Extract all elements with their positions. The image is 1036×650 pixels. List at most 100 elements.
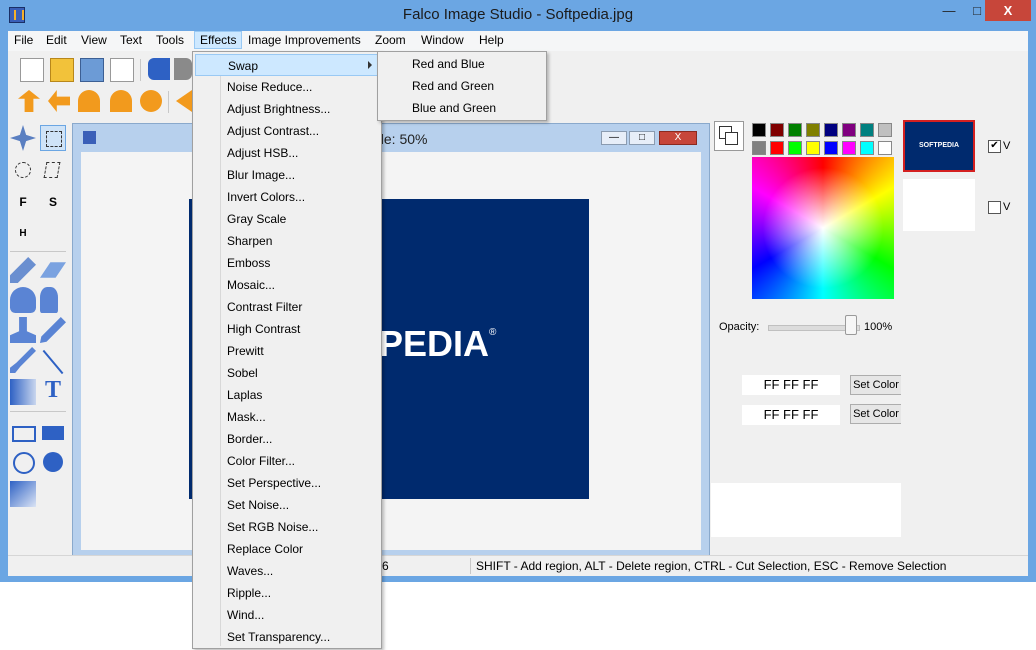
menu-text[interactable]: Text <box>120 33 142 47</box>
text-tool-icon[interactable]: T <box>40 377 66 403</box>
close-button[interactable]: X <box>985 0 1031 21</box>
menu-image-improvements[interactable]: Image Improvements <box>248 33 361 47</box>
rotate-right-90-icon[interactable] <box>110 90 132 112</box>
effects-menu-item[interactable]: Set Perspective... <box>195 472 379 494</box>
rect-select-tool-icon[interactable] <box>40 125 66 151</box>
effects-menu-item[interactable]: Replace Color <box>195 538 379 560</box>
spray-tool-icon[interactable] <box>40 287 58 313</box>
set-color-button-1[interactable]: Set Color <box>850 375 902 395</box>
stamp-tool-icon[interactable] <box>10 317 36 343</box>
effects-menu-item[interactable]: Blur Image... <box>195 164 379 186</box>
title-bar[interactable]: Falco Image Studio - Softpedia.jpg — □ X <box>0 0 1036 31</box>
effects-menu-item[interactable]: Sharpen <box>195 230 379 252</box>
select-f-tool-icon[interactable]: F <box>10 189 36 215</box>
effects-menu-item[interactable]: Contrast Filter <box>195 296 379 318</box>
select-h-tool-icon[interactable]: H <box>10 221 36 247</box>
color-swatch[interactable] <box>824 123 838 137</box>
ellipse-filled-tool-icon[interactable] <box>40 449 66 475</box>
layer-visible-checkbox-2[interactable] <box>988 201 1001 214</box>
swap-colors-icon[interactable] <box>714 121 744 151</box>
new-file-icon[interactable] <box>20 58 44 82</box>
effects-menu-item[interactable]: Color Filter... <box>195 450 379 472</box>
save-icon[interactable] <box>80 58 104 82</box>
effects-menu-item[interactable]: Emboss <box>195 252 379 274</box>
effects-menu-item[interactable]: Adjust HSB... <box>195 142 379 164</box>
flip-horizontal-icon[interactable] <box>48 90 70 112</box>
effects-menu-item[interactable]: Set Transparency... <box>195 626 379 648</box>
move-tool-icon[interactable] <box>10 125 36 151</box>
color-swatch[interactable] <box>770 123 784 137</box>
effects-menu-item[interactable]: Set RGB Noise... <box>195 516 379 538</box>
doc-close-button[interactable]: X <box>659 131 697 145</box>
effects-menu-item[interactable]: Adjust Brightness... <box>195 98 379 120</box>
doc-maximize-button[interactable]: □ <box>629 131 655 145</box>
minimize-button[interactable]: — <box>935 0 963 21</box>
flip-vertical-icon[interactable] <box>18 90 40 112</box>
rectangle-outline-tool-icon[interactable] <box>10 419 36 445</box>
layer-thumbnail-1[interactable]: SOFTPEDIA <box>903 120 975 172</box>
rotate-left-90-icon[interactable] <box>78 90 100 112</box>
document-icon[interactable] <box>83 131 96 144</box>
effects-menu-item[interactable]: Waves... <box>195 560 379 582</box>
effects-menu-item[interactable]: Border... <box>195 428 379 450</box>
menu-view[interactable]: View <box>81 33 107 47</box>
layer-visible-checkbox-1[interactable]: ✔ <box>988 140 1001 153</box>
ellipse-outline-tool-icon[interactable] <box>10 449 36 475</box>
select-s-tool-icon[interactable]: S <box>40 189 66 215</box>
menu-tools[interactable]: Tools <box>156 33 184 47</box>
pencil-tool-icon[interactable] <box>40 317 66 343</box>
menu-file[interactable]: File <box>14 33 33 47</box>
undo-icon[interactable] <box>148 58 170 80</box>
color-swatch[interactable] <box>806 141 820 155</box>
menu-zoom[interactable]: Zoom <box>375 33 406 47</box>
document-title-bar[interactable]: ale: 50% — □ X <box>73 124 709 152</box>
submenu-red-and-blue[interactable]: Red and Blue <box>412 57 485 71</box>
color-swatch[interactable] <box>842 123 856 137</box>
color-swatch[interactable] <box>860 141 874 155</box>
effects-menu-item[interactable]: Prewitt <box>195 340 379 362</box>
arrow-left-icon[interactable] <box>176 90 192 112</box>
effects-menu-item[interactable]: Mask... <box>195 406 379 428</box>
color-swatch[interactable] <box>878 141 892 155</box>
rotate-custom-icon[interactable] <box>140 90 162 112</box>
color-swatch[interactable] <box>824 141 838 155</box>
set-color-button-2[interactable]: Set Color <box>850 404 902 424</box>
effects-menu-item[interactable]: Adjust Contrast... <box>195 120 379 142</box>
color-spectrum[interactable] <box>752 157 894 299</box>
color-swatch[interactable] <box>860 123 874 137</box>
close-file-icon[interactable] <box>110 58 134 82</box>
color-swatch[interactable] <box>788 141 802 155</box>
effects-menu-item[interactable]: Sobel <box>195 362 379 384</box>
redo-icon[interactable] <box>174 58 192 80</box>
effects-menu-item[interactable]: Wind... <box>195 604 379 626</box>
blur-tool-icon[interactable] <box>10 379 36 405</box>
gradient-tool-icon[interactable] <box>10 481 36 507</box>
color-swatch[interactable] <box>770 141 784 155</box>
brush-tool-icon[interactable] <box>10 347 36 373</box>
fill-bucket-tool-icon[interactable] <box>10 287 36 313</box>
menu-help[interactable]: Help <box>479 33 504 47</box>
effects-menu-item[interactable]: Set Noise... <box>195 494 379 516</box>
menu-effects[interactable]: Effects <box>194 31 243 49</box>
effects-menu-item[interactable]: Laplas <box>195 384 379 406</box>
layer-thumbnail-2[interactable] <box>903 179 975 231</box>
effects-menu-item[interactable]: Noise Reduce... <box>195 76 379 98</box>
doc-minimize-button[interactable]: — <box>601 131 627 145</box>
color-hex-field-1[interactable]: FF FF FF <box>742 375 840 395</box>
line-tool-icon[interactable] <box>40 347 66 375</box>
open-folder-icon[interactable] <box>50 58 74 82</box>
image-canvas[interactable]: PEDIA ® <box>81 152 701 550</box>
lasso-select-tool-icon[interactable] <box>40 157 66 183</box>
ellipse-select-tool-icon[interactable] <box>10 157 36 183</box>
menu-edit[interactable]: Edit <box>46 33 67 47</box>
color-swatch[interactable] <box>806 123 820 137</box>
color-swatch[interactable] <box>788 123 802 137</box>
effects-menu-item[interactable]: Swap <box>195 54 379 76</box>
effects-menu-item[interactable]: Gray Scale <box>195 208 379 230</box>
effects-menu-item[interactable]: Invert Colors... <box>195 186 379 208</box>
color-hex-field-2[interactable]: FF FF FF <box>742 405 840 425</box>
effects-menu-item[interactable]: Mosaic... <box>195 274 379 296</box>
color-swatch[interactable] <box>878 123 892 137</box>
color-swatch[interactable] <box>752 123 766 137</box>
effects-menu-item[interactable]: Ripple... <box>195 582 379 604</box>
